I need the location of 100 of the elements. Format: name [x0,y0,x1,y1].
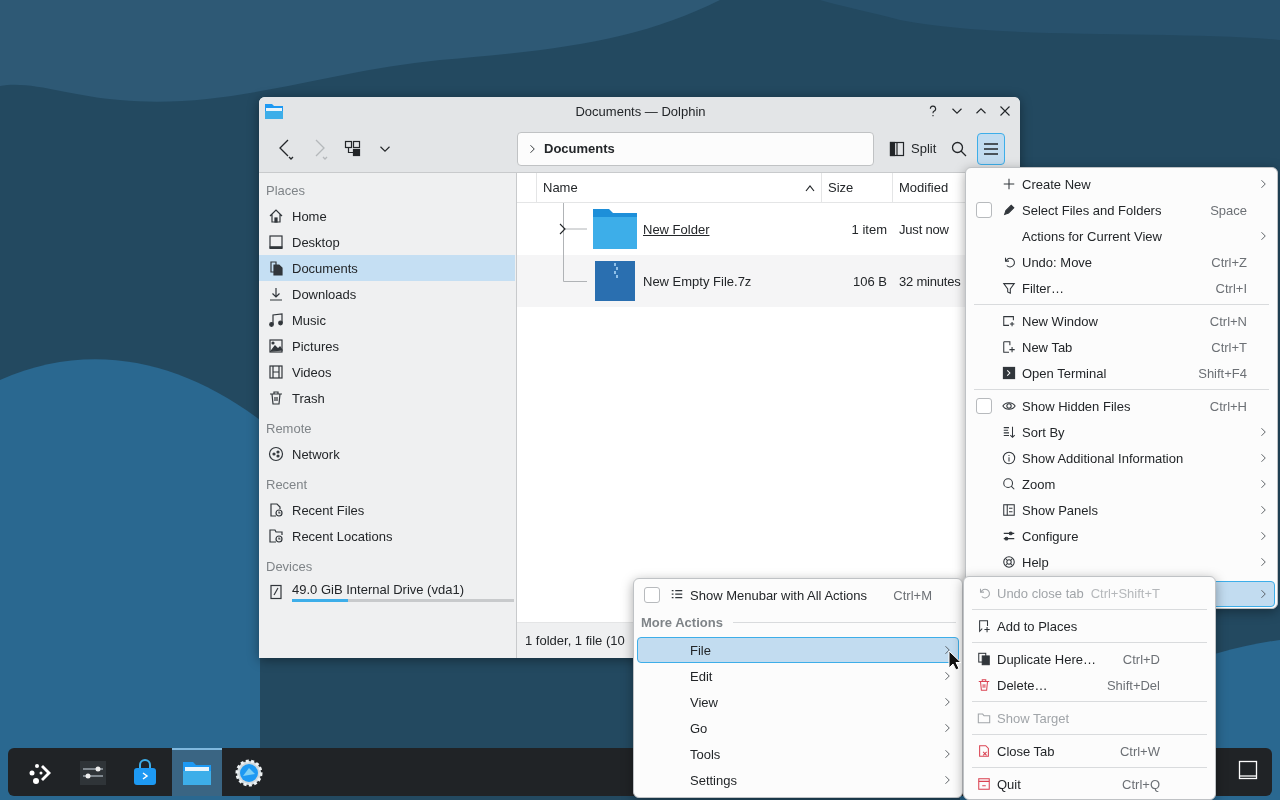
menu-item[interactable]: Open Terminal Shift+F4 [968,360,1275,386]
recent-folder-icon [268,528,284,544]
sidebar-item[interactable]: Network [259,441,515,467]
checkbox[interactable] [976,202,992,218]
menu-item[interactable]: Actions for Current View [968,223,1275,249]
search-icon [951,140,968,157]
file-name[interactable]: New Empty File.7z [643,273,821,289]
terminal-icon [1002,366,1016,380]
menu-item[interactable]: Show Menubar with All Actions Ctrl+M [637,582,959,608]
music-note-icon [268,312,284,328]
menu-item[interactable]: Filter… Ctrl+I [968,275,1275,301]
new-window-icon [1002,314,1016,328]
bookmark-add-icon [977,619,991,633]
filter-icon [1002,281,1016,295]
sort-icon [1002,425,1016,439]
menu-item[interactable]: Edit [637,663,959,689]
menu-item[interactable]: Delete… Shift+Del [967,672,1212,698]
info-icon [1002,451,1016,465]
sliders-icon [78,758,108,788]
panels-icon [1002,503,1016,517]
file-name[interactable]: New Folder [643,221,821,237]
status-text: 1 folder, 1 file (10 [525,633,625,648]
file-modified: Just now [899,221,949,237]
plus-icon [1002,177,1016,191]
network-icon [268,446,284,462]
home-icon [268,208,284,224]
menu-button[interactable] [977,132,1006,165]
menu-item[interactable]: Sort By [968,419,1275,445]
folder-icon [265,103,283,119]
split-view-icon [889,140,905,157]
sidebar-item[interactable]: Pictures [259,333,515,359]
documents-icon [268,260,284,276]
menu-item[interactable]: Undo: Move Ctrl+Z [968,249,1275,275]
file-modified: 32 minutes [899,273,961,289]
trash-icon [977,678,991,692]
sidebar-item[interactable]: Home [259,203,515,229]
section-heading: Devices [266,558,313,574]
menu-item[interactable]: Show Additional Information [968,445,1275,471]
archive-file-icon [595,261,635,301]
menu-item[interactable]: Tools [637,741,959,767]
recent-file-icon [268,502,284,518]
view-mode-icon [344,139,362,158]
menu-item[interactable]: File [637,637,959,663]
sidebar-item[interactable]: Desktop [259,229,515,255]
menu-item[interactable]: Configure [968,523,1275,549]
menu-item[interactable]: Add to Places [967,613,1212,639]
sidebar-item[interactable]: Trash [259,385,515,411]
quit-icon [977,777,991,791]
file-size: 1 item [850,221,887,237]
new-tab-icon [1002,340,1016,354]
image-icon [268,338,284,354]
split-button[interactable]: Split [884,132,942,165]
sidebar-item[interactable]: Documents [259,255,515,281]
menu-item[interactable]: Show Hidden Files Ctrl+H [968,393,1275,419]
menu-item[interactable]: Go [637,715,959,741]
expand-icon[interactable] [558,223,568,235]
close-tab-icon [977,744,991,758]
undo-icon [1002,255,1016,269]
drive-icon [268,584,284,600]
menu-item[interactable]: Zoom [968,471,1275,497]
menu-item[interactable]: New Window Ctrl+N [968,308,1275,334]
section-heading: Recent [266,476,308,492]
sidebar-item[interactable]: Recent Files [259,497,515,523]
section-heading: More Actions [641,615,723,630]
folder-icon [593,209,637,249]
column-header[interactable]: Name [536,173,821,202]
file-size: 106 B [852,273,887,289]
undo-icon [977,586,991,600]
sidebar-item[interactable]: Recent Locations [259,523,515,549]
eye-icon [1002,399,1016,413]
sidebar-item[interactable]: Music [259,307,515,333]
lifebuoy-icon [1002,555,1016,569]
window-title: Documents — Dolphin [575,103,706,119]
folder-icon [181,759,213,787]
menu-item[interactable]: Quit Ctrl+Q [967,771,1212,797]
sidebar-item[interactable]: 49.0 GiB Internal Drive (vda1) [259,579,515,605]
menu-item[interactable]: Show Panels [968,497,1275,523]
menu-item[interactable]: Duplicate Here… Ctrl+D [967,646,1212,672]
checkbox[interactable] [644,587,660,603]
gear-icon [235,759,263,787]
location-bar[interactable]: Documents [517,131,874,166]
film-icon [268,364,284,380]
pencil-icon [1002,203,1016,217]
menu-item[interactable]: Settings [637,767,959,793]
menu-item[interactable]: View [637,689,959,715]
section-heading: Remote [266,420,312,436]
checkbox[interactable] [976,398,992,414]
menu-item[interactable]: New Tab Ctrl+T [968,334,1275,360]
shopping-bag-icon [131,759,159,787]
trash-icon [268,390,284,406]
menu-item[interactable]: Close Tab Ctrl+W [967,738,1212,764]
show-desktop-icon[interactable] [1238,760,1258,780]
sidebar-item[interactable]: Downloads [259,281,515,307]
sliders-icon [1002,529,1016,543]
section-heading: Places [266,182,306,198]
sidebar-item[interactable]: Videos [259,359,515,385]
menu-icon [982,140,1001,157]
close-icon [999,105,1011,117]
menu-item[interactable]: Help [968,549,1275,575]
column-header[interactable]: Size [821,173,892,202]
